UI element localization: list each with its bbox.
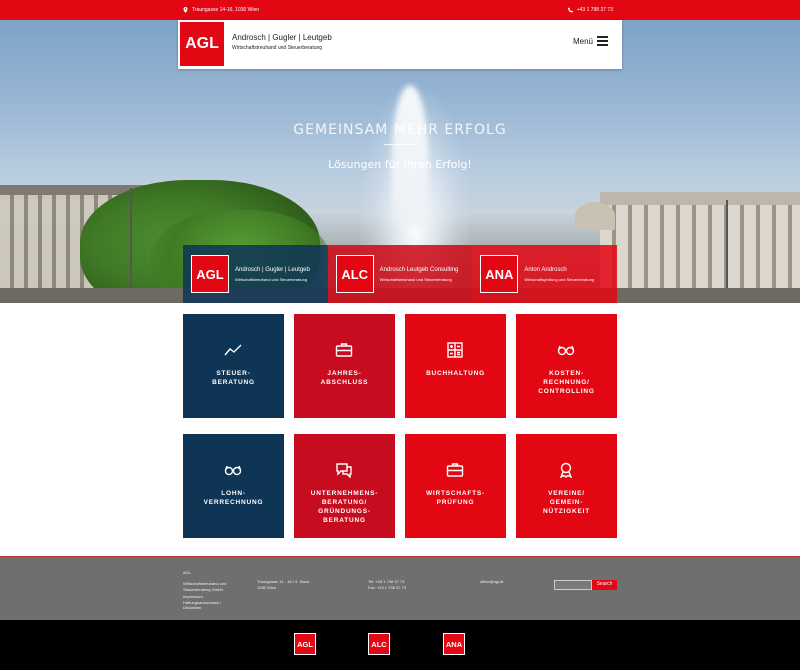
company-name: Androsch Leutgeb Consulting xyxy=(379,267,459,273)
address-info: Traungasse 14-16, 1030 Wien xyxy=(183,7,259,13)
tile-label: BUCHHALTUNG xyxy=(426,370,485,377)
company-name: Anton Androsch xyxy=(524,267,567,273)
tile-label: WIRTSCHAFTS- PRÜFUNG xyxy=(425,490,486,506)
agl-logo[interactable]: AGL xyxy=(179,21,225,67)
glasses-icon xyxy=(224,465,242,476)
tile-label: VEREINE/ GEMEIN- NÜTZIGKEIT xyxy=(543,490,590,515)
footer-links[interactable]: Impressum Haftungsausschluss / Disclaime… xyxy=(183,594,221,611)
footer-contact: Tel: +43 1 798 37 73 Fax: +43 1 798 37 7… xyxy=(368,579,406,590)
bottom-bar: AGL ALC ANA xyxy=(0,620,800,670)
tile-label: JAHRES- ABSCHLUSS xyxy=(320,370,369,386)
footer-address: Traungasse 14 - 16 / 4. Stock 1030 Wien xyxy=(257,579,310,590)
brand-subtitle: Wirtschaftstreuhand und Steuerberatung xyxy=(232,45,323,51)
bottom-logo-ana[interactable]: ANA xyxy=(443,633,465,655)
phone-text: +43 1 798 37 73 xyxy=(576,7,613,13)
glasses-icon xyxy=(557,345,575,356)
briefcase-icon xyxy=(335,343,353,357)
site-footer: AGL Wirtschaftstreuhand und Steuerberatu… xyxy=(0,556,800,620)
tile-label: KOSTEN- RECHNUNG/ CONTROLLING xyxy=(538,370,595,395)
company-ana[interactable]: ANA Anton Androsch Wirtschaftsprüfung un… xyxy=(472,245,618,303)
hero-subtitle: Lösungen für Ihren Erfolg! xyxy=(328,158,472,171)
company-alc[interactable]: ALC Androsch Leutgeb Consulting Wirtscha… xyxy=(327,245,473,303)
menu-label: Menü xyxy=(572,36,593,46)
tile-lohnverrechnung[interactable]: LOHN- VERRECHNUNG xyxy=(183,434,284,538)
hamburger-icon xyxy=(597,36,608,46)
tile-buchhaltung[interactable]: BUCHHALTUNG xyxy=(405,314,506,418)
briefcase-icon xyxy=(446,463,464,477)
top-bar: Traungasse 14-16, 1030 Wien +43 1 798 37… xyxy=(0,0,800,20)
award-ribbon-icon xyxy=(559,462,573,478)
brand-name: Androsch | Gugler | Leutgeb xyxy=(232,33,332,42)
company-desc: Wirtschaftstreuhand und Steuerberatung xyxy=(235,277,308,282)
chart-line-icon xyxy=(224,344,242,356)
bottom-logo-agl[interactable]: AGL xyxy=(294,633,316,655)
company-strip: AGL Androsch | Gugler | Leutgeb Wirtscha… xyxy=(183,245,618,303)
hero-divider xyxy=(384,144,416,145)
tile-label: STEUER- BERATUNG xyxy=(212,370,255,386)
search-input[interactable] xyxy=(554,580,592,590)
tile-jahresabschluss[interactable]: JAHRES- ABSCHLUSS xyxy=(294,314,395,418)
hero-title: GEMEINSAM MEHR ERFOLG xyxy=(293,122,507,138)
footer-company: AGL Wirtschaftstreuhand und Steuerberatu… xyxy=(183,570,227,592)
tile-steuerberatung[interactable]: STEUER- BERATUNG xyxy=(183,314,284,418)
chat-bubbles-icon xyxy=(336,463,352,478)
tile-label: LOHN- VERRECHNUNG xyxy=(203,490,264,506)
tile-unternehmensberatung[interactable]: UNTERNEHMENS- BERATUNG/ GRÜNDUNGS- BERAT… xyxy=(294,434,395,538)
tile-label: UNTERNEHMENS- BERATUNG/ GRÜNDUNGS- BERAT… xyxy=(310,490,379,524)
tile-wirtschaftspruefung[interactable]: WIRTSCHAFTS- PRÜFUNG xyxy=(405,434,506,538)
tile-kostenrechnung[interactable]: KOSTEN- RECHNUNG/ CONTROLLING xyxy=(516,314,617,418)
phone-info[interactable]: +43 1 798 37 73 xyxy=(567,7,613,13)
location-pin-icon xyxy=(183,7,188,13)
calculator-icon xyxy=(447,342,463,358)
company-logo: ANA xyxy=(480,255,519,293)
company-desc: Wirtschaftstreuhand und Steuerberatung xyxy=(379,277,452,282)
address-text: Traungasse 14-16, 1030 Wien xyxy=(192,7,260,13)
phone-icon xyxy=(567,7,573,13)
footer-email[interactable]: office@agl.at xyxy=(480,579,503,585)
search-button[interactable]: Search xyxy=(592,580,617,590)
company-agl[interactable]: AGL Androsch | Gugler | Leutgeb Wirtscha… xyxy=(183,245,328,303)
menu-button[interactable]: Menü xyxy=(573,36,608,46)
tile-vereine[interactable]: VEREINE/ GEMEIN- NÜTZIGKEIT xyxy=(516,434,617,538)
site-header: AGL Androsch | Gugler | Leutgeb Wirtscha… xyxy=(178,20,622,69)
company-desc: Wirtschaftsprüfung und Steuerberatung xyxy=(524,277,595,282)
bottom-logo-alc[interactable]: ALC xyxy=(368,633,390,655)
company-logo: AGL xyxy=(191,255,229,293)
company-logo: ALC xyxy=(335,255,374,293)
company-name: Androsch | Gugler | Leutgeb xyxy=(235,267,310,273)
